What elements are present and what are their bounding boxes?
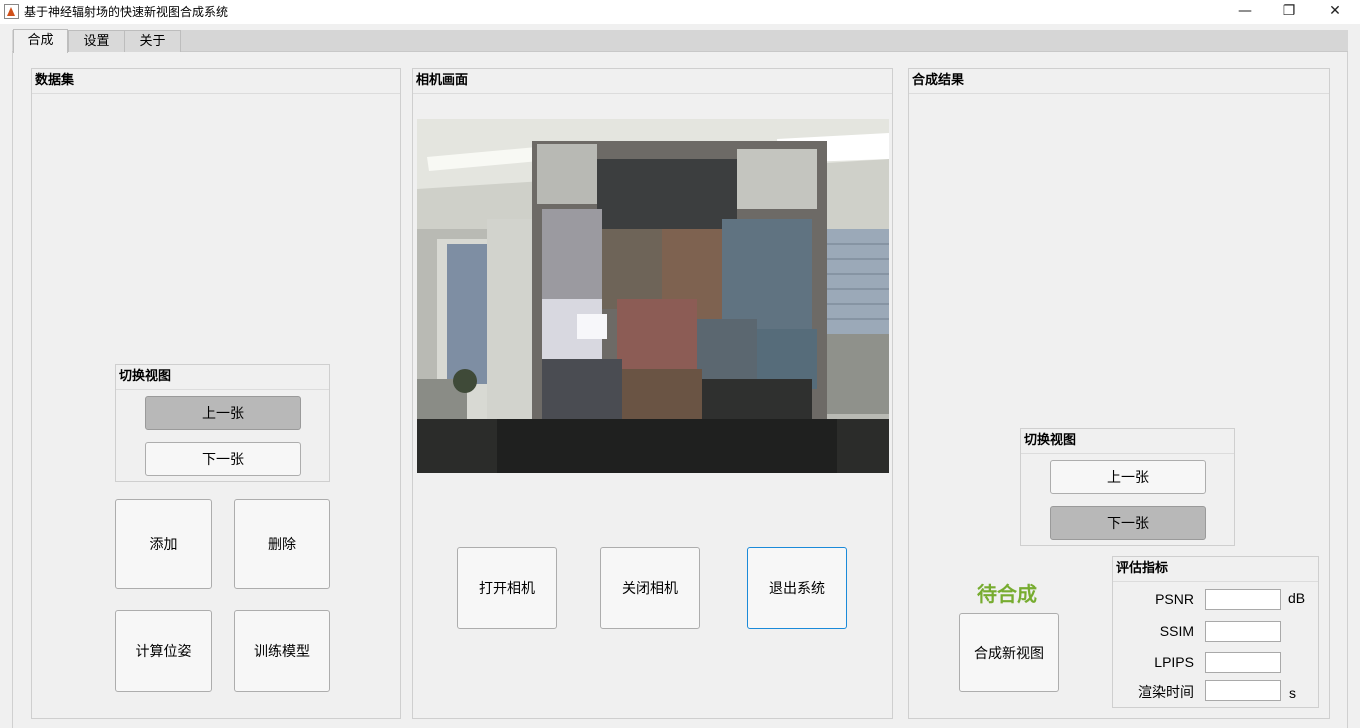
psnr-label: PSNR bbox=[1155, 591, 1194, 607]
maximize-icon[interactable]: ❐ bbox=[1266, 0, 1312, 22]
psnr-field[interactable] bbox=[1205, 589, 1281, 610]
ssim-label: SSIM bbox=[1159, 623, 1194, 639]
add-button[interactable]: 添加 bbox=[115, 499, 212, 589]
synthesis-status: 待合成 bbox=[977, 582, 1037, 606]
minimize-icon[interactable]: — bbox=[1222, 0, 1268, 22]
result-switch-view-title: 切换视图 bbox=[1024, 433, 1077, 448]
dataset-prev-button[interactable]: 上一张 bbox=[145, 396, 301, 430]
tab-synthesis[interactable]: 合成 bbox=[13, 29, 68, 53]
divider bbox=[1113, 581, 1318, 582]
tab-strip: 合成 设置 关于 bbox=[12, 29, 1348, 53]
render-time-unit: s bbox=[1289, 685, 1296, 701]
matlab-app-icon bbox=[4, 4, 19, 19]
camera-image bbox=[417, 119, 889, 473]
tab-about[interactable]: 关于 bbox=[124, 30, 181, 53]
result-panel-title: 合成结果 bbox=[912, 73, 965, 88]
delete-button[interactable]: 删除 bbox=[234, 499, 330, 589]
divider bbox=[413, 93, 892, 94]
window-title: 基于神经辐射场的快速新视图合成系统 bbox=[24, 5, 229, 19]
train-model-button[interactable]: 训练模型 bbox=[234, 610, 330, 692]
lpips-label: LPIPS bbox=[1154, 654, 1194, 670]
render-time-label: 渲染时间 bbox=[1138, 684, 1194, 700]
close-icon[interactable]: ✕ bbox=[1312, 0, 1358, 22]
dataset-switch-view-title: 切换视图 bbox=[119, 369, 172, 384]
psnr-unit: dB bbox=[1288, 590, 1306, 606]
divider bbox=[116, 389, 329, 390]
camera-feed bbox=[417, 119, 889, 473]
tab-settings[interactable]: 设置 bbox=[68, 30, 125, 53]
divider bbox=[1021, 453, 1234, 454]
ssim-field[interactable] bbox=[1205, 621, 1281, 642]
result-prev-button[interactable]: 上一张 bbox=[1050, 460, 1206, 494]
divider bbox=[909, 93, 1329, 94]
dataset-panel-title: 数据集 bbox=[35, 73, 75, 88]
metrics-panel-title: 评估指标 bbox=[1116, 561, 1169, 576]
open-camera-button[interactable]: 打开相机 bbox=[457, 547, 557, 629]
dataset-next-button[interactable]: 下一张 bbox=[145, 442, 301, 476]
exit-system-button[interactable]: 退出系统 bbox=[747, 547, 847, 629]
close-camera-button[interactable]: 关闭相机 bbox=[600, 547, 700, 629]
render-time-field[interactable] bbox=[1205, 680, 1281, 701]
result-next-button[interactable]: 下一张 bbox=[1050, 506, 1206, 540]
camera-panel-title: 相机画面 bbox=[416, 73, 469, 88]
compute-pose-button[interactable]: 计算位姿 bbox=[115, 610, 212, 692]
lpips-field[interactable] bbox=[1205, 652, 1281, 673]
synthesize-view-button[interactable]: 合成新视图 bbox=[959, 613, 1059, 692]
title-bar: 基于神经辐射场的快速新视图合成系统 — ❐ ✕ bbox=[0, 0, 1360, 24]
divider bbox=[32, 93, 400, 94]
